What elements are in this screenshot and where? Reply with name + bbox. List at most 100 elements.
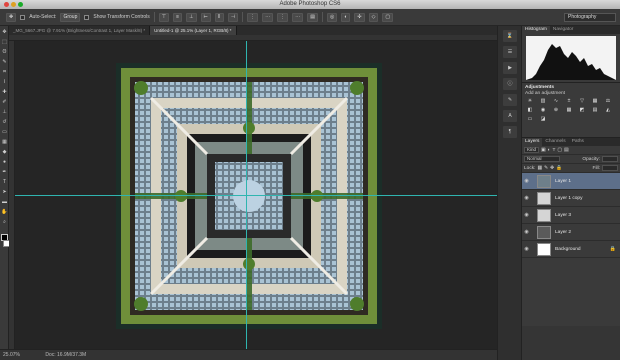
eyedropper-tool-icon[interactable]: ⌇ (1, 79, 8, 86)
tab-document-1[interactable]: _MG_5667.JPG @ 7.91% (Brightness/Contras… (9, 26, 151, 35)
vibrance-icon[interactable]: ▽ (577, 98, 587, 105)
minimize-window-icon[interactable] (11, 2, 16, 7)
threshold-icon[interactable]: ◭ (603, 107, 613, 114)
document-size[interactable]: Doc: 16.9M/37.3M (45, 352, 86, 358)
tab-paths[interactable]: Paths (569, 138, 587, 146)
levels-icon[interactable]: ▥ (538, 98, 548, 105)
layer-name[interactable]: Layer 1 copy (555, 196, 582, 201)
paragraph-icon[interactable]: ¶ (503, 126, 517, 138)
selective-color-icon[interactable]: ◪ (538, 116, 548, 123)
3d-mode-icon[interactable]: ◎ (326, 12, 338, 22)
color-balance-icon[interactable]: ⚖ (603, 98, 613, 105)
hand-tool-icon[interactable]: ✋ (1, 209, 8, 216)
layer-row-layer-3[interactable]: ◉ Layer 3 (522, 207, 620, 224)
lock-position-icon[interactable]: ✥ (550, 166, 554, 171)
auto-select-dropdown[interactable]: Group (60, 12, 81, 22)
eraser-tool-icon[interactable]: ▭ (1, 129, 8, 136)
visibility-eye-icon[interactable]: ◉ (522, 246, 531, 252)
filter-pixel-icon[interactable]: ▣ (541, 148, 546, 153)
healing-tool-icon[interactable]: ✚ (1, 89, 8, 96)
brightness-contrast-icon[interactable]: ☀ (525, 98, 535, 105)
shape-tool-icon[interactable]: ▬ (1, 199, 8, 206)
brush-tool-icon[interactable]: ✐ (1, 99, 8, 106)
hue-saturation-icon[interactable]: ▦ (590, 98, 600, 105)
canvas-area[interactable] (15, 41, 497, 349)
tab-document-2[interactable]: Untitled-1 @ 25.1% (Layer 1, RGB/8) * (150, 26, 237, 35)
exposure-icon[interactable]: ± (564, 98, 574, 105)
lock-pixels-icon[interactable]: ✎ (544, 166, 548, 171)
path-select-tool-icon[interactable]: ➤ (1, 189, 8, 196)
lock-all-icon[interactable]: 🔒 (556, 166, 562, 171)
black-white-icon[interactable]: ◧ (525, 107, 535, 114)
move-tool-icon[interactable]: ✥ (6, 12, 17, 22)
visibility-eye-icon[interactable]: ◉ (522, 229, 531, 235)
blend-mode-dropdown[interactable]: Normal (524, 156, 560, 162)
close-window-icon[interactable] (4, 2, 9, 7)
horizontal-guide[interactable] (15, 195, 497, 196)
character-icon[interactable]: A (503, 110, 517, 122)
lock-transparency-icon[interactable]: ▦ (537, 166, 542, 171)
visibility-eye-icon[interactable]: ◉ (522, 195, 531, 201)
blur-tool-icon[interactable]: ◆ (1, 149, 8, 156)
marquee-tool-icon[interactable]: ⬚ (1, 39, 8, 46)
distribute-icon[interactable]: ⋯ (262, 12, 274, 22)
adjustments-title[interactable]: Adjustments (525, 85, 617, 90)
layer-row-layer-2[interactable]: ◉ Layer 2 (522, 224, 620, 241)
gradient-map-icon[interactable]: ▭ (525, 116, 535, 123)
photo-filter-icon[interactable]: ◉ (538, 107, 548, 114)
layer-name[interactable]: Layer 2 (555, 230, 571, 235)
distribute-icon[interactable]: ⋮ (277, 12, 289, 22)
history-brush-tool-icon[interactable]: ↺ (1, 119, 8, 126)
color-lookup-icon[interactable]: ▦ (564, 107, 574, 114)
layer-name[interactable]: Layer 3 (555, 213, 571, 218)
tab-channels[interactable]: Channels (542, 138, 568, 146)
stamp-tool-icon[interactable]: ⊥ (1, 109, 8, 116)
zoom-level[interactable]: 25.07% (3, 352, 20, 358)
3d-mode-icon[interactable]: ◐ (341, 12, 351, 22)
distribute-icon[interactable]: ⋯ (292, 12, 304, 22)
3d-mode-icon[interactable]: ▢ (382, 12, 394, 22)
lasso-tool-icon[interactable]: ʘ (1, 49, 8, 56)
fill-field[interactable] (602, 165, 618, 171)
align-center-icon[interactable]: ‖ (214, 12, 224, 22)
tab-histogram[interactable]: Histogram (522, 26, 550, 34)
layer-name[interactable]: Layer 1 (555, 179, 571, 184)
filter-type-icon[interactable]: T (552, 148, 555, 153)
visibility-eye-icon[interactable]: ◉ (522, 212, 531, 218)
pen-tool-icon[interactable]: ✒ (1, 169, 8, 176)
workspace-dropdown[interactable]: Photography (564, 13, 616, 22)
align-right-icon[interactable]: ⊣ (227, 12, 239, 22)
dodge-tool-icon[interactable]: ● (1, 159, 8, 166)
vertical-guide[interactable] (246, 41, 247, 349)
distribute-icon[interactable]: ⋮ (247, 12, 259, 22)
layer-row-background[interactable]: ◉ Background 🔒 (522, 241, 620, 258)
align-left-icon[interactable]: ⊢ (200, 12, 211, 22)
align-bottom-icon[interactable]: ⊥ (186, 12, 197, 22)
transform-checkbox[interactable] (84, 14, 90, 20)
tab-navigator[interactable]: Navigator (550, 26, 577, 34)
layer-row-layer-1-copy[interactable]: ◉ Layer 1 copy (522, 190, 620, 207)
history-icon[interactable]: ⌛ (503, 30, 517, 42)
filter-adjust-icon[interactable]: ◐ (548, 148, 551, 153)
type-tool-icon[interactable]: T (1, 179, 8, 186)
tab-layers[interactable]: Layers (522, 138, 543, 146)
filter-smart-icon[interactable]: ▤ (564, 148, 569, 153)
document-canvas[interactable] (116, 63, 382, 329)
auto-align-icon[interactable]: ▤ (307, 12, 318, 22)
3d-mode-icon[interactable]: ✣ (354, 12, 365, 22)
actions-icon[interactable]: ▶ (503, 62, 517, 74)
invert-icon[interactable]: ◩ (577, 107, 587, 114)
visibility-eye-icon[interactable]: ◉ (522, 178, 531, 184)
gradient-tool-icon[interactable]: ▦ (1, 139, 8, 146)
quick-select-tool-icon[interactable]: ✎ (1, 59, 8, 66)
info-icon[interactable]: ⓘ (503, 78, 517, 90)
posterize-icon[interactable]: ▤ (590, 107, 600, 114)
align-middle-icon[interactable]: ≡ (173, 12, 183, 22)
properties-icon[interactable]: ☰ (503, 46, 517, 58)
auto-select-checkbox[interactable] (20, 14, 26, 20)
zoom-window-icon[interactable] (18, 2, 23, 7)
crop-tool-icon[interactable]: ⌗ (1, 69, 8, 76)
brush-presets-icon[interactable]: ✎ (503, 94, 517, 106)
filter-shape-icon[interactable]: ▢ (557, 148, 562, 153)
3d-mode-icon[interactable]: ◇ (368, 12, 379, 22)
